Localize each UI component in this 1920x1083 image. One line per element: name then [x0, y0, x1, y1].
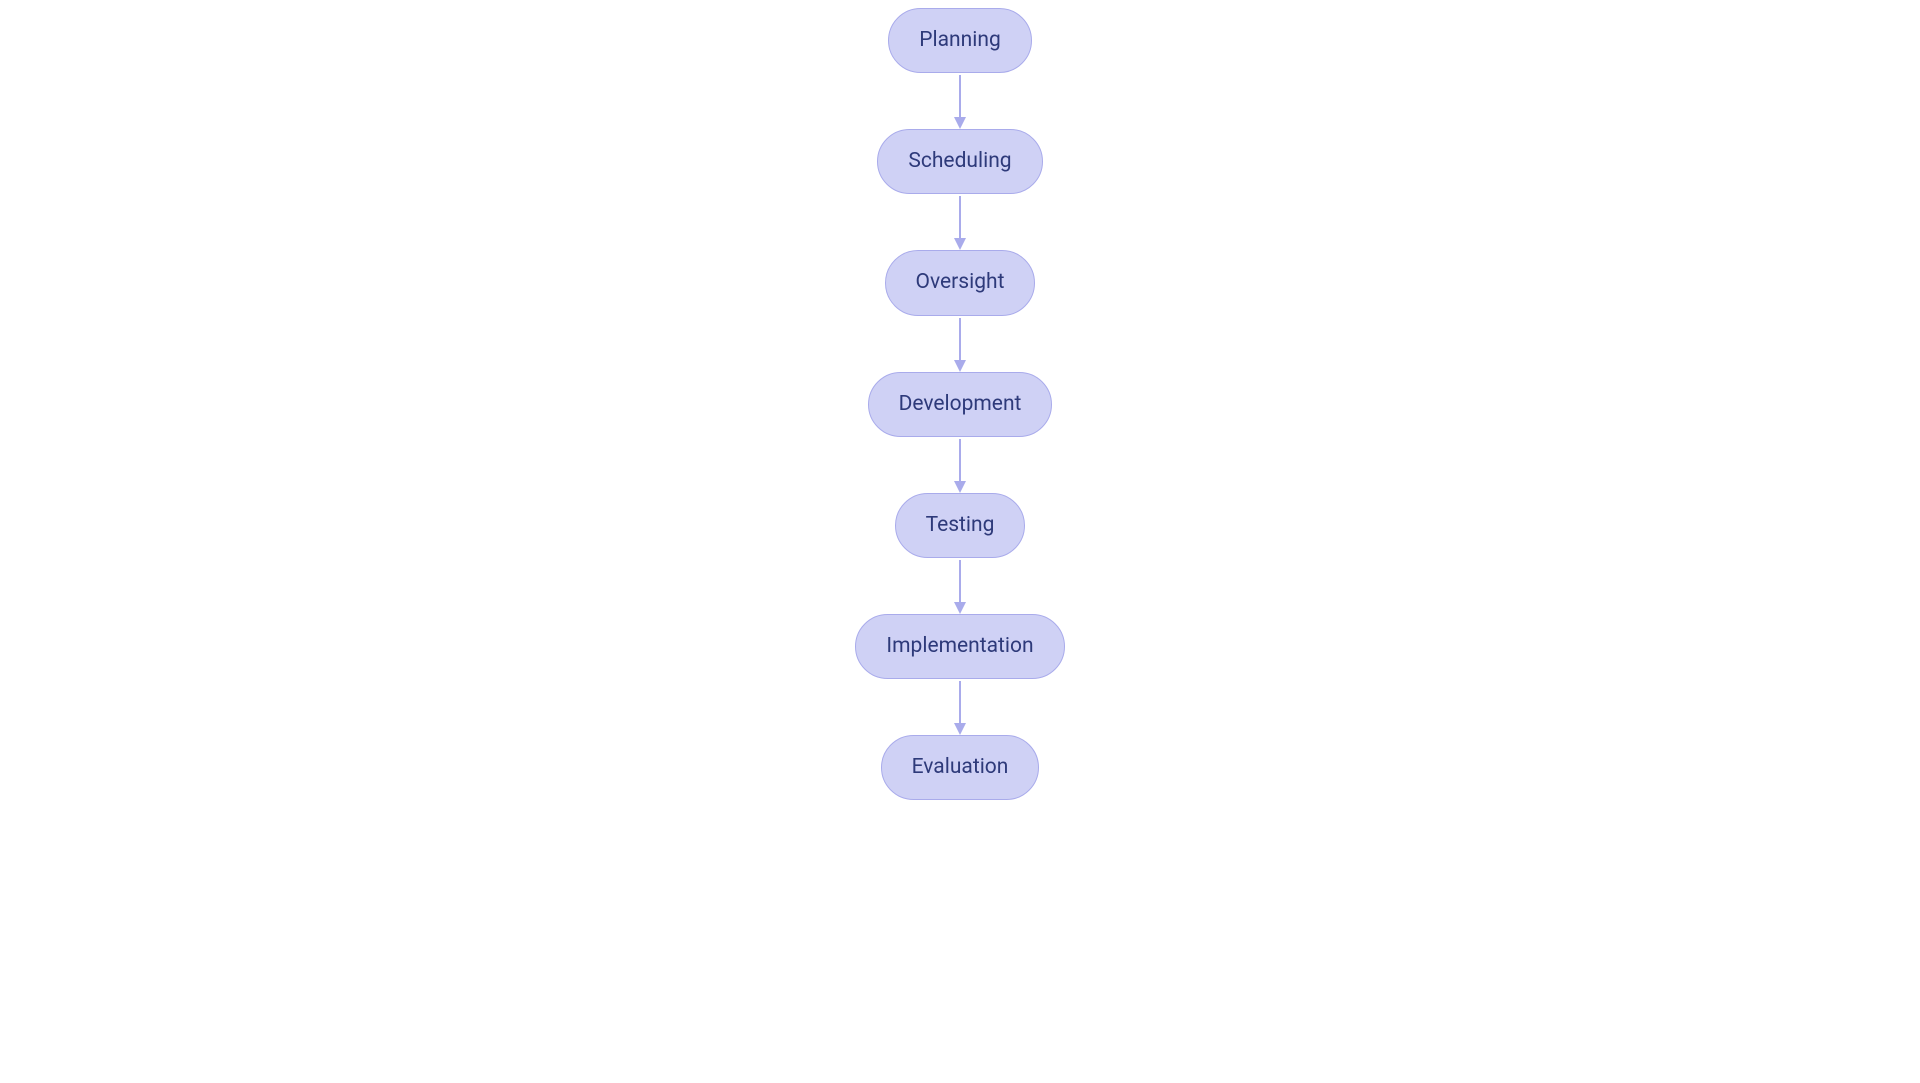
node-scheduling: Scheduling: [877, 129, 1042, 194]
node-label: Implementation: [886, 634, 1033, 658]
node-oversight: Oversight: [885, 250, 1036, 315]
arrow-down-icon: [950, 437, 970, 493]
node-label: Oversight: [916, 270, 1005, 294]
node-label: Evaluation: [912, 755, 1009, 779]
arrow-down-icon: [950, 316, 970, 372]
arrow-down-icon: [950, 73, 970, 129]
arrow-down-icon: [950, 679, 970, 735]
node-testing: Testing: [895, 493, 1026, 558]
node-label: Planning: [919, 28, 1000, 52]
node-planning: Planning: [888, 8, 1031, 73]
arrow-down-icon: [950, 194, 970, 250]
node-label: Development: [899, 392, 1022, 416]
node-development: Development: [868, 372, 1053, 437]
flowchart: Planning Scheduling Oversight Developmen…: [855, 8, 1064, 800]
node-label: Scheduling: [908, 149, 1011, 173]
node-label: Testing: [926, 513, 995, 537]
arrow-down-icon: [950, 558, 970, 614]
node-evaluation: Evaluation: [881, 735, 1040, 800]
node-implementation: Implementation: [855, 614, 1064, 679]
